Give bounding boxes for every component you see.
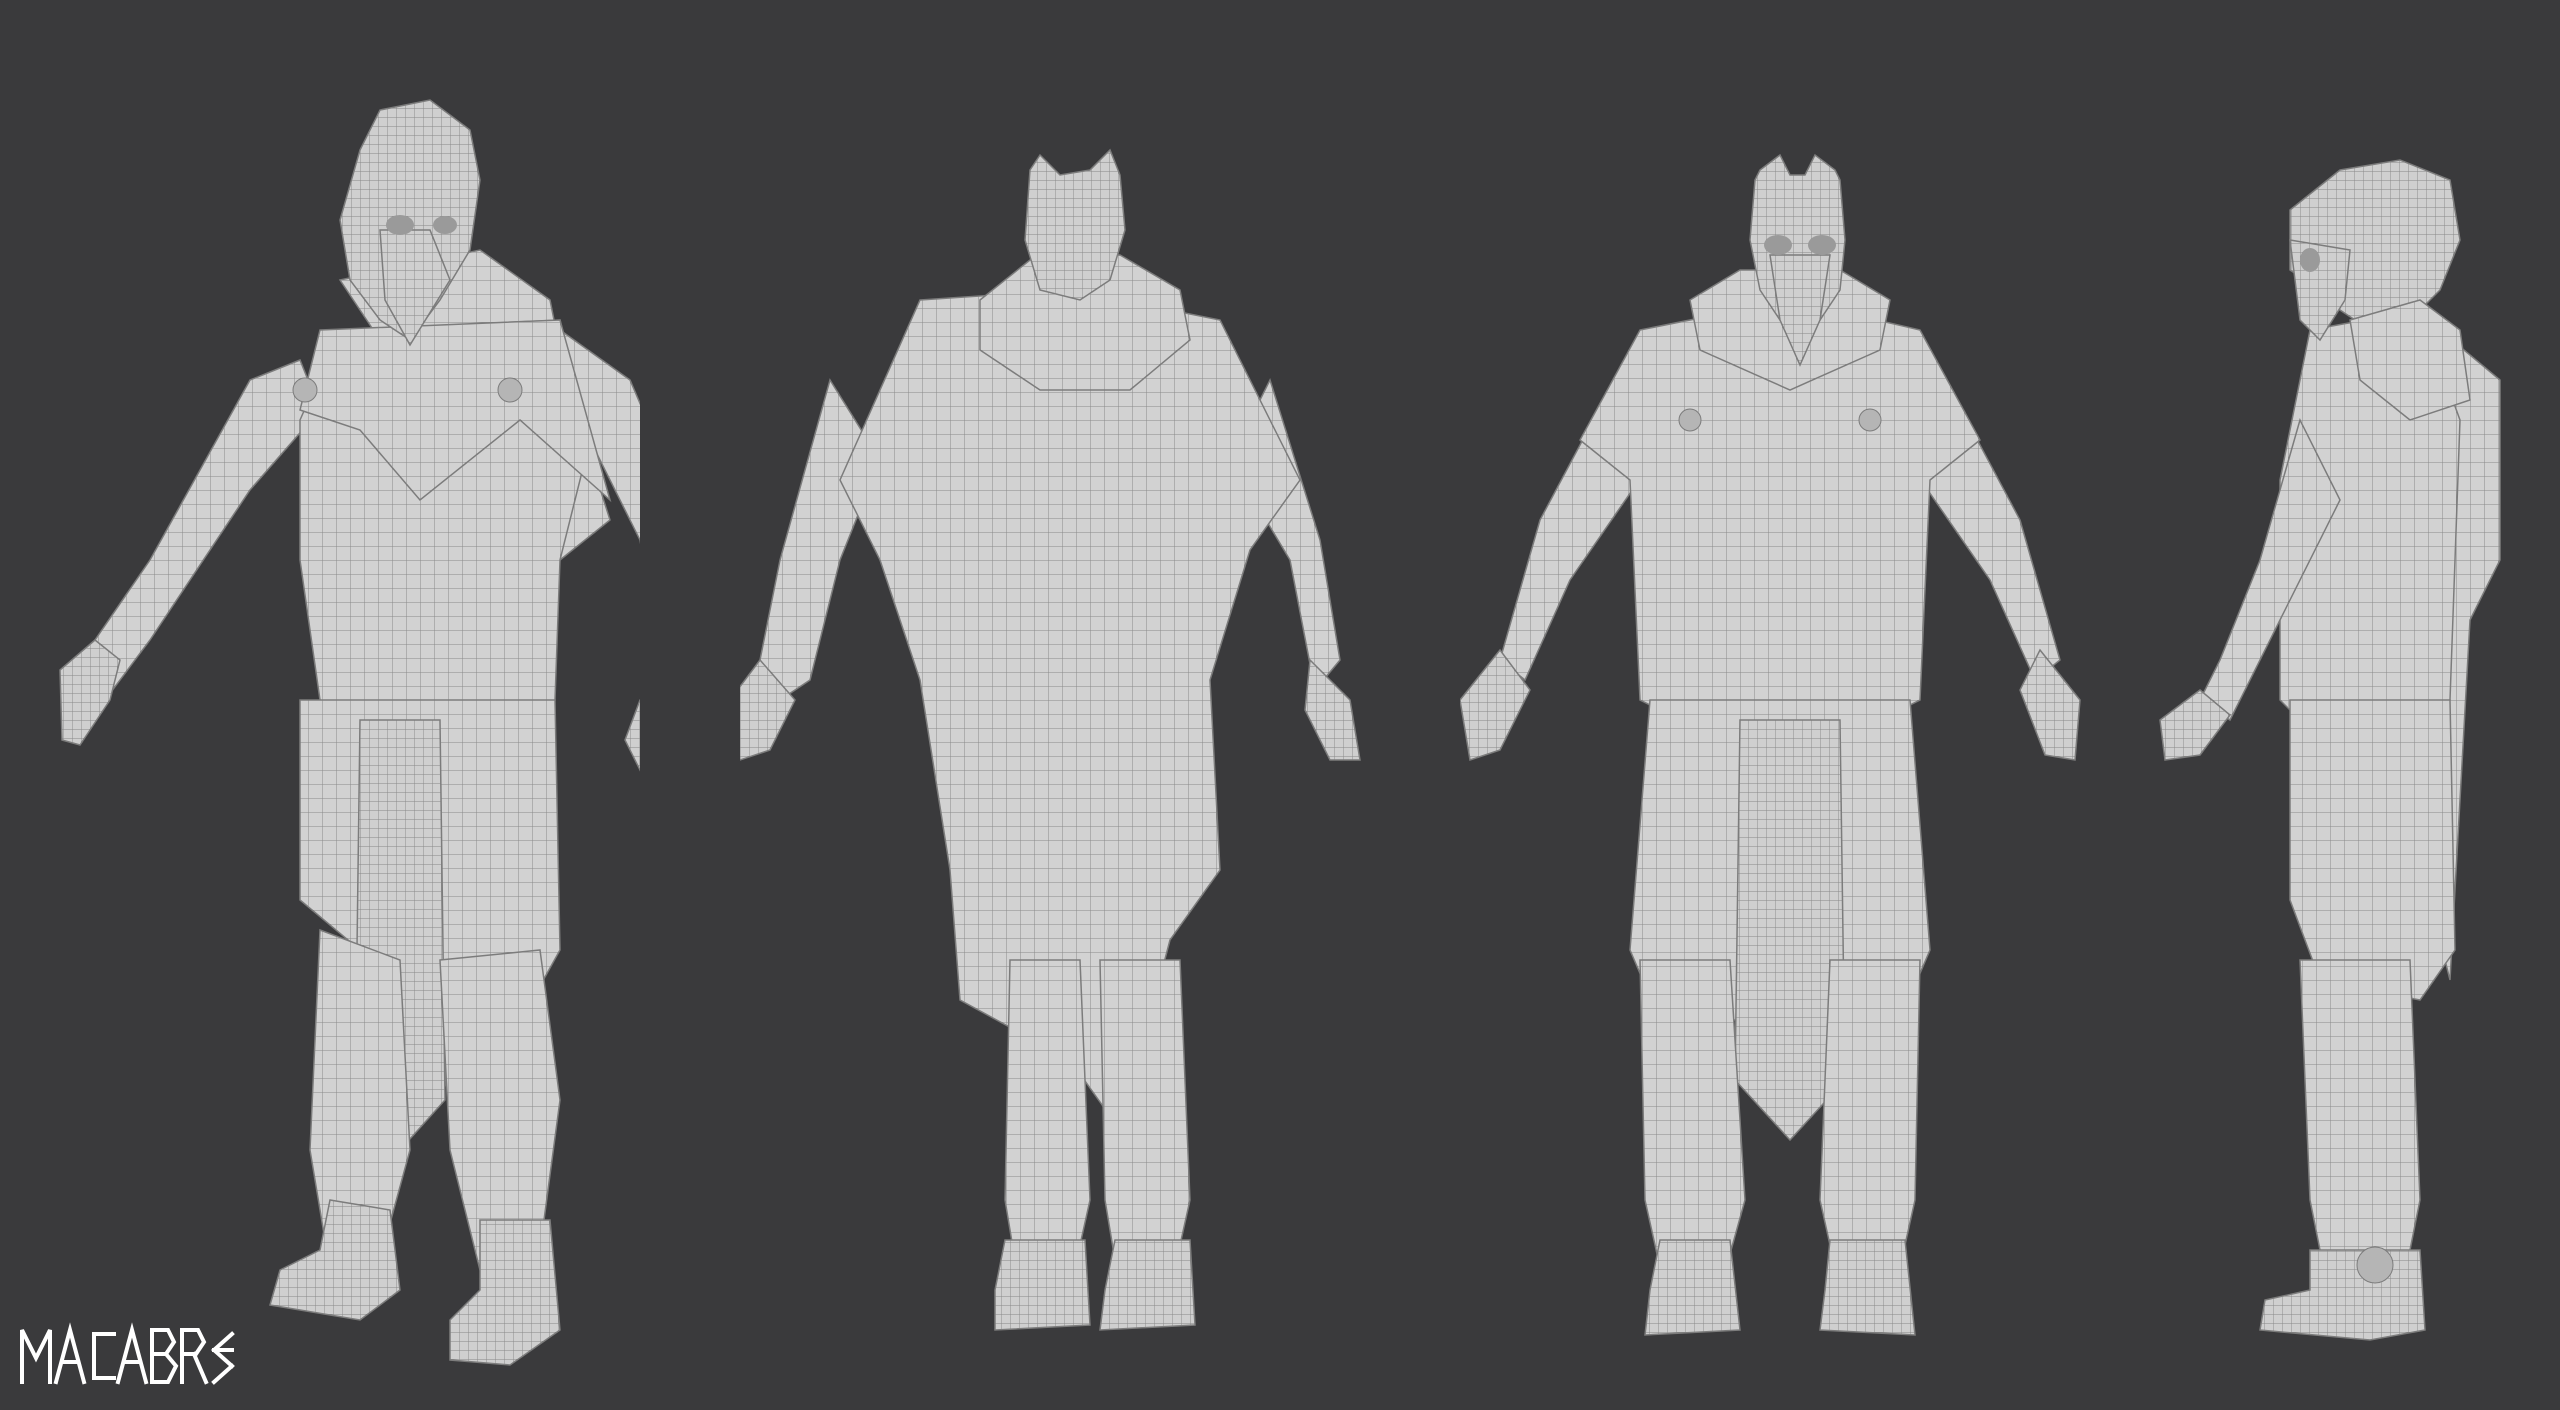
- viewport: [0, 0, 2560, 1410]
- character-turnaround-back-icon: [740, 148, 1361, 1331]
- brand-logo: [18, 1320, 238, 1390]
- model-view-side: [2120, 0, 2560, 1410]
- character-turnaround-three-quarter-icon: [59, 99, 640, 1366]
- model-view-three-quarter: [0, 0, 640, 1410]
- model-view-back: [740, 0, 1380, 1410]
- model-view-front: [1460, 0, 2100, 1410]
- character-turnaround-front-icon: [1460, 153, 2081, 1336]
- character-turnaround-side-icon: [2159, 159, 2501, 1341]
- macabre-logo-icon: [20, 1322, 235, 1385]
